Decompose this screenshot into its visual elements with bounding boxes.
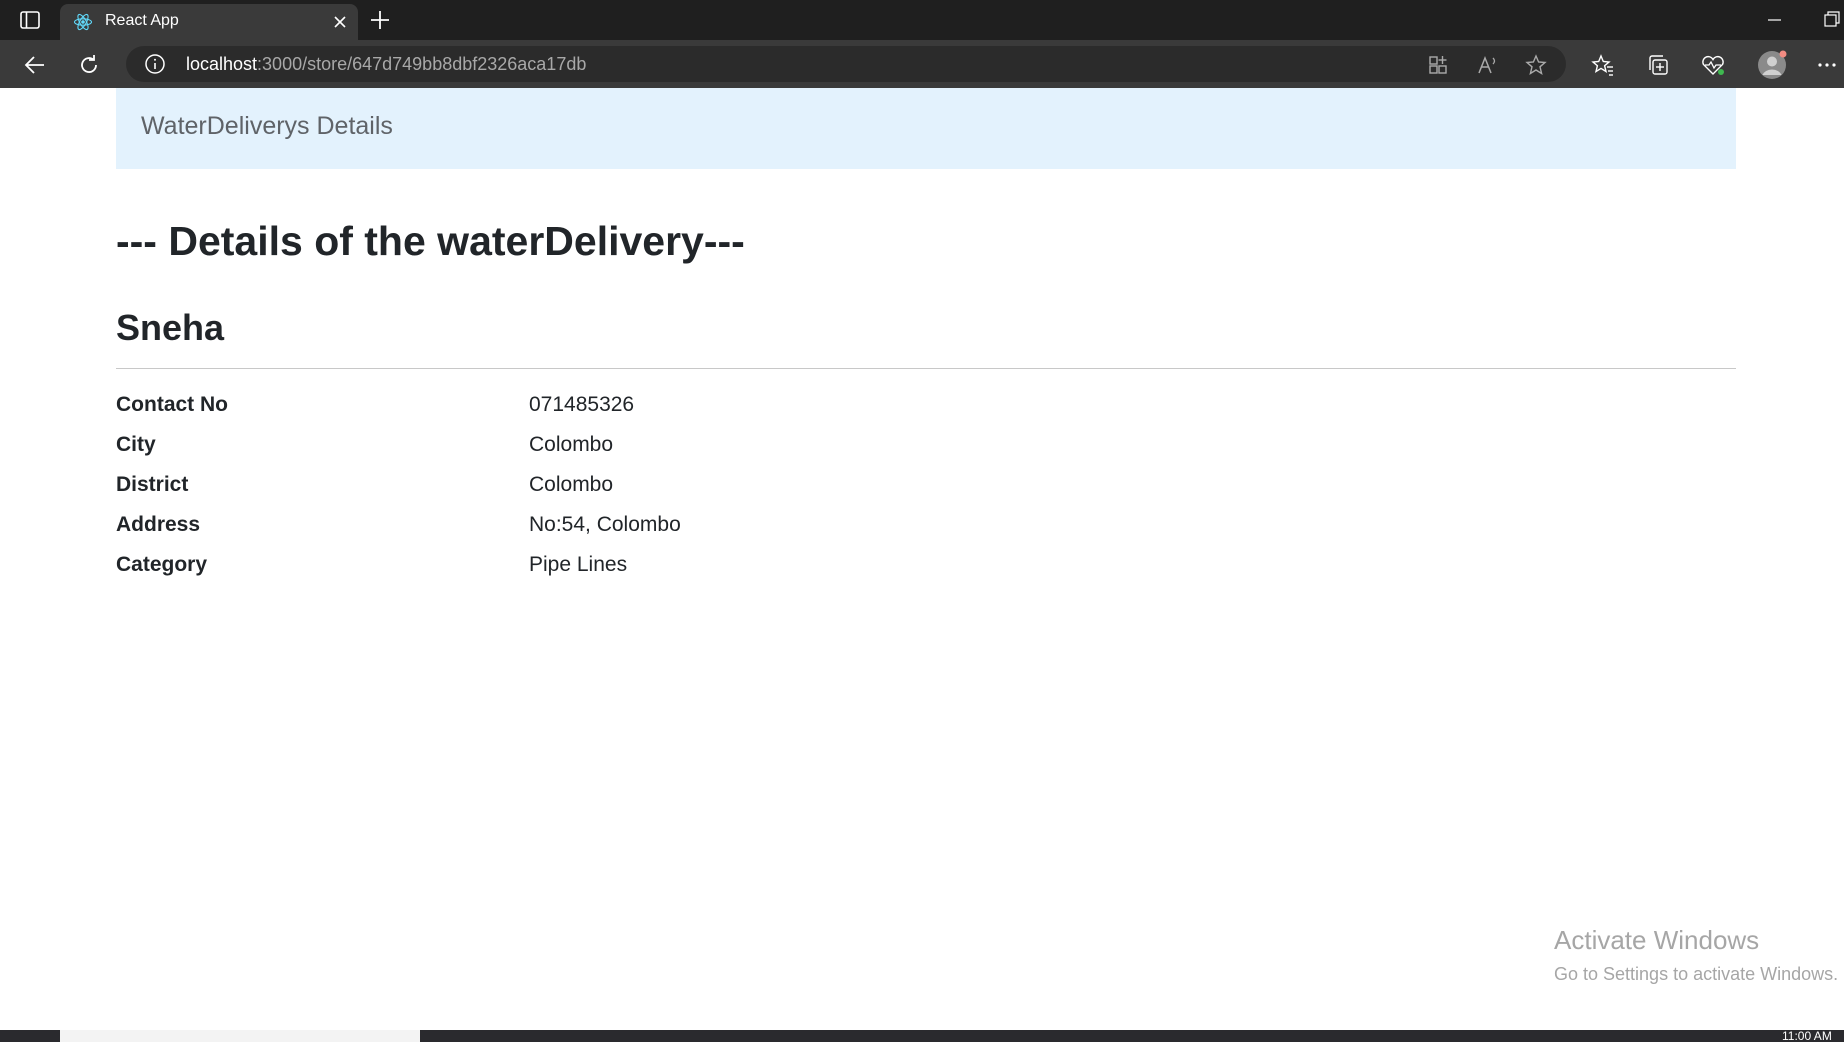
detail-value: Colombo <box>529 473 614 496</box>
address-bar[interactable]: localhost:3000/store/647d749bb8dbf2326ac… <box>126 46 1566 82</box>
restore-icon[interactable] <box>1818 8 1844 32</box>
back-icon[interactable] <box>22 52 48 78</box>
plus-icon[interactable] <box>368 8 392 32</box>
detail-row-contact-no: Contact No 071485326 <box>116 393 1016 433</box>
detail-row-district: District Colombo <box>116 473 1016 513</box>
more-icon[interactable] <box>1814 52 1840 78</box>
detail-label: District <box>116 473 189 496</box>
detail-value: 071485326 <box>529 393 635 416</box>
detail-row-category: Category Pipe Lines <box>116 553 1016 593</box>
browser-title-bar: React App <box>0 0 1844 40</box>
activate-windows-watermark: Activate Windows Go to Settings to activ… <box>1554 925 1838 985</box>
taskbar: 11:00 AM <box>0 1030 1844 1042</box>
close-icon[interactable] <box>330 12 350 32</box>
details-list: Contact No 071485326 City Colombo Distri… <box>116 393 1016 593</box>
activate-windows-subtitle: Go to Settings to activate Windows. <box>1554 964 1839 984</box>
customer-name: Sneha <box>116 307 225 348</box>
react-logo-icon <box>73 12 93 32</box>
tab-title: React App <box>105 12 179 29</box>
detail-value: Colombo <box>529 433 614 456</box>
profile-icon[interactable] <box>1756 49 1788 81</box>
detail-label: Address <box>116 513 201 536</box>
detail-row-address: Address No:54, Colombo <box>116 513 1016 553</box>
browser-toolbar: localhost:3000/store/647d749bb8dbf2326ac… <box>0 40 1844 88</box>
read-aloud-icon[interactable] <box>1476 53 1500 77</box>
minimize-icon[interactable] <box>1762 8 1786 32</box>
browser-essentials-icon[interactable] <box>1700 52 1726 78</box>
collections-icon[interactable] <box>1645 52 1671 78</box>
page-title: --- Details of the waterDelivery--- <box>116 218 745 264</box>
activate-windows-title: Activate Windows <box>1554 925 1760 955</box>
detail-label: Category <box>116 553 208 576</box>
url-path: :3000/store/647d749bb8dbf2326aca17db <box>257 54 587 74</box>
detail-value: No:54, Colombo <box>529 513 681 536</box>
detail-label: Contact No <box>116 393 228 416</box>
app-available-icon[interactable] <box>1426 53 1450 77</box>
navbar: WaterDeliverys Details <box>116 88 1736 169</box>
detail-value: Pipe Lines <box>529 553 628 576</box>
detail-row-city: City Colombo <box>116 433 1016 473</box>
url-host: localhost <box>186 54 258 74</box>
refresh-icon[interactable] <box>76 52 102 78</box>
detail-label: City <box>116 433 156 456</box>
info-icon[interactable] <box>144 53 166 75</box>
url-text[interactable]: localhost:3000/store/647d749bb8dbf2326ac… <box>186 54 586 75</box>
taskbar-search-box[interactable] <box>60 1030 420 1042</box>
navbar-brand[interactable]: WaterDeliverys Details <box>141 112 393 141</box>
favorites-icon[interactable] <box>1590 52 1616 78</box>
star-icon[interactable] <box>1524 53 1548 77</box>
sidebar-icon[interactable] <box>18 9 42 31</box>
browser-tab[interactable]: React App <box>60 4 358 40</box>
taskbar-clock[interactable]: 11:00 AM <box>1782 1030 1832 1042</box>
divider <box>116 368 1736 369</box>
